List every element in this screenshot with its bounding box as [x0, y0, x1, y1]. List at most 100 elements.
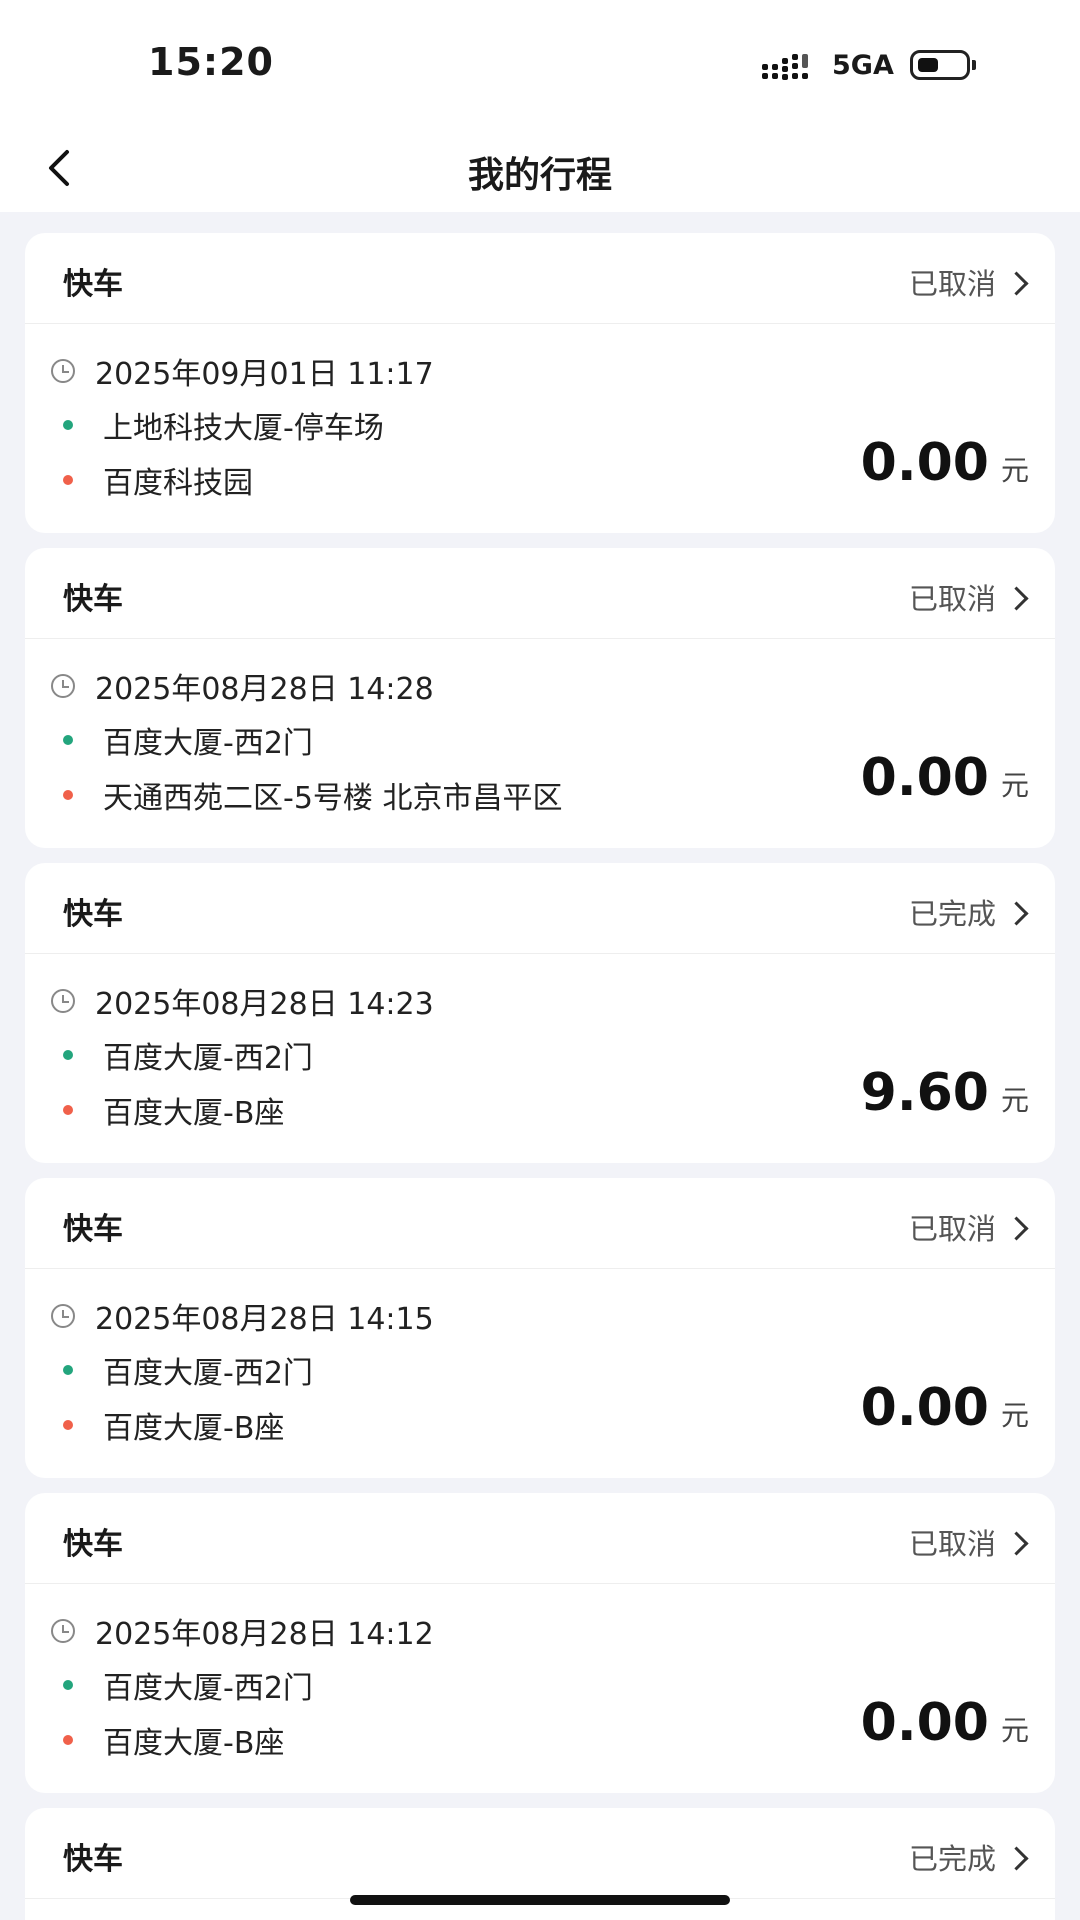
chevron-right-icon: [1004, 1845, 1029, 1871]
status-label: 已取消: [908, 1527, 996, 1561]
start-dot-icon: [63, 1050, 73, 1060]
status-label: 已完成: [908, 1842, 996, 1876]
trip-datetime: 2025年09月01日 11:17: [95, 357, 434, 392]
trip-card[interactable]: 快车 已取消 2025年08月28日 14:12 百度大厦-西2门 百度大厦-B…: [25, 1493, 1055, 1793]
price-unit: 元: [1000, 1714, 1029, 1747]
pickup-address: 百度大厦-西2门: [63, 1348, 313, 1392]
ride-type: 快车: [63, 267, 123, 302]
price-amount: 9.60: [860, 1063, 989, 1123]
trip-card[interactable]: 快车 已取消 2025年09月01日 11:17 上地科技大厦-停车场 百度科技…: [25, 233, 1055, 533]
ride-type: 快车: [63, 1842, 123, 1877]
pickup-address: 百度大厦-西2门: [63, 718, 313, 762]
price-unit: 元: [1000, 1399, 1029, 1432]
end-dot-icon: [63, 475, 73, 485]
dropoff-address: 天通西苑二区-5号楼 北京市昌平区: [63, 773, 562, 817]
dropoff-address: 百度大厦-B座: [63, 1403, 284, 1447]
start-dot-icon: [63, 1365, 73, 1375]
trip-time: 2025年08月28日 14:12: [51, 1609, 434, 1653]
trip-card[interactable]: 快车 已取消 2025年08月28日 14:28 百度大厦-西2门 天通西苑二区…: [25, 548, 1055, 848]
status-label: 已取消: [908, 267, 996, 301]
trip-status[interactable]: 已取消: [908, 1206, 1029, 1248]
trip-datetime: 2025年08月28日 14:28: [95, 672, 434, 707]
status-label: 已取消: [908, 582, 996, 616]
chevron-right-icon: [1004, 1530, 1029, 1556]
status-label: 已完成: [908, 897, 996, 931]
clock-icon: [51, 674, 75, 698]
card-header: 快车 已完成: [25, 1808, 1055, 1899]
dropoff-text: 天通西苑二区-5号楼 北京市昌平区: [103, 781, 563, 816]
pickup-text: 百度大厦-西2门: [103, 1356, 313, 1391]
chevron-right-icon: [1004, 270, 1029, 296]
clock-icon: [51, 359, 75, 383]
trip-datetime: 2025年08月28日 14:15: [95, 1302, 434, 1337]
card-header: 快车 已完成: [25, 863, 1055, 954]
end-dot-icon: [63, 1735, 73, 1745]
trip-status[interactable]: 已取消: [908, 1521, 1029, 1563]
start-dot-icon: [63, 1680, 73, 1690]
trip-datetime: 2025年08月28日 14:23: [95, 987, 434, 1022]
network-label: 5GA: [832, 50, 894, 81]
dropoff-address: 百度大厦-B座: [63, 1718, 284, 1762]
dropoff-text: 百度大厦-B座: [103, 1096, 285, 1131]
pickup-address: 百度大厦-西2门: [63, 1663, 313, 1707]
price-amount: 0.00: [860, 1693, 989, 1753]
card-header: 快车 已取消: [25, 1178, 1055, 1269]
signal-icon: [762, 54, 808, 80]
pickup-text: 百度大厦-西2门: [103, 1671, 313, 1706]
trip-status[interactable]: 已取消: [908, 261, 1029, 303]
price-amount: 0.00: [860, 1378, 989, 1438]
card-header: 快车 已取消: [25, 233, 1055, 324]
clock-icon: [51, 1619, 75, 1643]
trip-time: 2025年08月28日 14:23: [51, 979, 434, 1023]
clock-icon: [51, 989, 75, 1013]
start-dot-icon: [63, 735, 73, 745]
card-header: 快车 已取消: [25, 548, 1055, 639]
battery-cap: [972, 60, 976, 70]
pickup-text: 百度大厦-西2门: [103, 1041, 313, 1076]
home-indicator[interactable]: [350, 1895, 730, 1905]
ride-type: 快车: [63, 1527, 123, 1562]
end-dot-icon: [63, 1105, 73, 1115]
ride-type: 快车: [63, 1212, 123, 1247]
dropoff-address: 百度大厦-B座: [63, 1088, 284, 1132]
trip-status[interactable]: 已取消: [908, 576, 1029, 618]
dropoff-text: 百度大厦-B座: [103, 1411, 285, 1446]
trip-status[interactable]: 已完成: [908, 891, 1029, 933]
battery-icon: [910, 50, 970, 80]
trip-price: 0.00 元: [861, 433, 1029, 493]
chevron-right-icon: [1004, 585, 1029, 611]
trip-datetime: 2025年08月28日 14:12: [95, 1617, 434, 1652]
trip-time: 2025年09月01日 11:17: [51, 349, 434, 393]
status-label: 已取消: [908, 1212, 996, 1246]
ride-type: 快车: [63, 582, 123, 617]
clock-icon: [51, 1304, 75, 1328]
pickup-text: 百度大厦-西2门: [103, 726, 313, 761]
pickup-address: 百度大厦-西2门: [63, 1033, 313, 1077]
start-dot-icon: [63, 420, 73, 430]
dropoff-text: 百度科技园: [103, 466, 253, 501]
end-dot-icon: [63, 790, 73, 800]
trip-card[interactable]: 快车 已完成 2025年08月28日 14:23 百度大厦-西2门 百度大厦-B…: [25, 863, 1055, 1163]
trip-card[interactable]: 快车 已取消 2025年08月28日 14:15 百度大厦-西2门 百度大厦-B…: [25, 1178, 1055, 1478]
pickup-address: 上地科技大厦-停车场: [63, 403, 384, 447]
status-time: 15:20: [148, 40, 274, 84]
trip-status[interactable]: 已完成: [908, 1836, 1029, 1878]
trip-price: 0.00 元: [861, 1693, 1029, 1753]
ride-type: 快车: [63, 897, 123, 932]
pickup-text: 上地科技大厦-停车场: [103, 411, 384, 446]
trip-price: 0.00 元: [861, 1378, 1029, 1438]
trip-price: 0.00 元: [861, 748, 1029, 808]
chevron-right-icon: [1004, 1215, 1029, 1241]
price-unit: 元: [1000, 769, 1029, 802]
dropoff-text: 百度大厦-B座: [103, 1726, 285, 1761]
chevron-right-icon: [1004, 900, 1029, 926]
end-dot-icon: [63, 1420, 73, 1430]
trip-time: 2025年08月28日 14:28: [51, 664, 434, 708]
top-bar: 15:20 5GA 我的行程: [0, 0, 1080, 212]
trip-time: 2025年08月28日 14:15: [51, 1294, 434, 1338]
page-title: 我的行程: [467, 155, 612, 196]
dropoff-address: 百度科技园: [63, 458, 253, 502]
card-header: 快车 已取消: [25, 1493, 1055, 1584]
price-unit: 元: [1000, 454, 1029, 487]
trip-price: 9.60 元: [861, 1063, 1029, 1123]
